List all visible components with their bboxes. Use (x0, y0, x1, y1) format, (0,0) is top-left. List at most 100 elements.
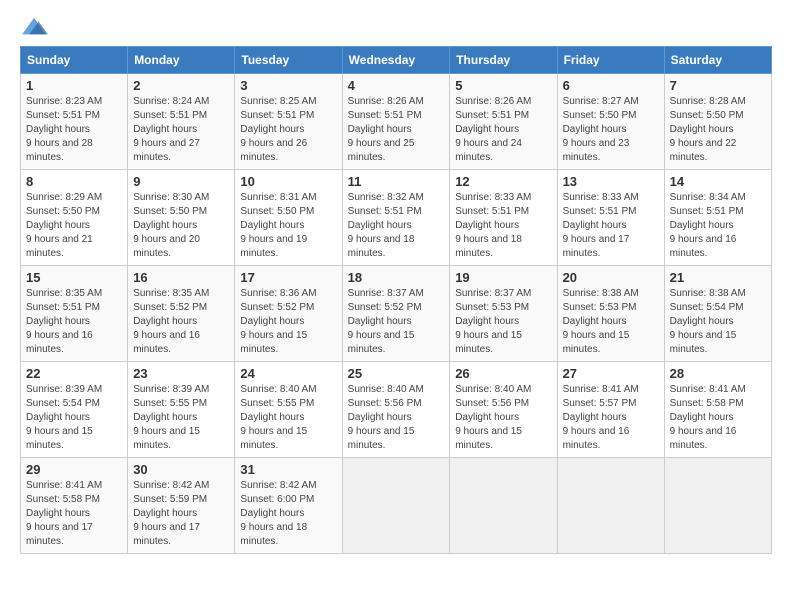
daylight-label: Daylight hours (670, 220, 734, 231)
sunrise-label: Sunrise: 8:29 AM (26, 192, 102, 203)
day-info: Sunrise: 8:34 AM Sunset: 5:51 PM Dayligh… (670, 191, 766, 261)
sunrise-label: Sunrise: 8:40 AM (240, 384, 316, 395)
sunset-label: Sunset: 6:00 PM (240, 494, 314, 505)
day-info: Sunrise: 8:31 AM Sunset: 5:50 PM Dayligh… (240, 191, 336, 261)
calendar-cell: 30 Sunrise: 8:42 AM Sunset: 5:59 PM Dayl… (128, 458, 235, 554)
calendar-cell: 16 Sunrise: 8:35 AM Sunset: 5:52 PM Dayl… (128, 266, 235, 362)
daylight-label: Daylight hours (133, 508, 197, 519)
calendar-cell: 14 Sunrise: 8:34 AM Sunset: 5:51 PM Dayl… (664, 170, 771, 266)
day-info: Sunrise: 8:40 AM Sunset: 5:56 PM Dayligh… (455, 383, 551, 453)
day-number: 17 (240, 270, 336, 285)
day-info: Sunrise: 8:29 AM Sunset: 5:50 PM Dayligh… (26, 191, 122, 261)
daylight-value: 9 hours and 19 minutes. (240, 234, 307, 259)
day-info: Sunrise: 8:40 AM Sunset: 5:55 PM Dayligh… (240, 383, 336, 453)
daylight-value: 9 hours and 15 minutes. (455, 426, 522, 451)
calendar-cell (557, 458, 664, 554)
logo-icon (20, 16, 48, 38)
sunset-label: Sunset: 5:51 PM (455, 110, 529, 121)
sunset-label: Sunset: 5:51 PM (133, 110, 207, 121)
sunrise-label: Sunrise: 8:42 AM (133, 480, 209, 491)
calendar-cell: 21 Sunrise: 8:38 AM Sunset: 5:54 PM Dayl… (664, 266, 771, 362)
sunrise-label: Sunrise: 8:31 AM (240, 192, 316, 203)
calendar-cell: 20 Sunrise: 8:38 AM Sunset: 5:53 PM Dayl… (557, 266, 664, 362)
day-info: Sunrise: 8:37 AM Sunset: 5:53 PM Dayligh… (455, 287, 551, 357)
sunset-label: Sunset: 5:56 PM (348, 398, 422, 409)
sunrise-label: Sunrise: 8:39 AM (26, 384, 102, 395)
calendar-cell: 6 Sunrise: 8:27 AM Sunset: 5:50 PM Dayli… (557, 74, 664, 170)
calendar-cell (664, 458, 771, 554)
sunrise-label: Sunrise: 8:42 AM (240, 480, 316, 491)
daylight-label: Daylight hours (455, 220, 519, 231)
day-number: 31 (240, 462, 336, 477)
calendar-header-sunday: Sunday (21, 47, 128, 74)
calendar-cell: 12 Sunrise: 8:33 AM Sunset: 5:51 PM Dayl… (450, 170, 557, 266)
calendar-header-tuesday: Tuesday (235, 47, 342, 74)
sunset-label: Sunset: 5:51 PM (26, 302, 100, 313)
daylight-value: 9 hours and 18 minutes. (240, 522, 307, 547)
calendar-cell (450, 458, 557, 554)
calendar-cell: 29 Sunrise: 8:41 AM Sunset: 5:58 PM Dayl… (21, 458, 128, 554)
sunset-label: Sunset: 5:50 PM (670, 110, 744, 121)
sunrise-label: Sunrise: 8:37 AM (348, 288, 424, 299)
day-number: 25 (348, 366, 445, 381)
calendar-cell: 7 Sunrise: 8:28 AM Sunset: 5:50 PM Dayli… (664, 74, 771, 170)
daylight-label: Daylight hours (455, 316, 519, 327)
day-number: 16 (133, 270, 229, 285)
daylight-label: Daylight hours (240, 220, 304, 231)
sunrise-label: Sunrise: 8:35 AM (26, 288, 102, 299)
calendar-cell: 4 Sunrise: 8:26 AM Sunset: 5:51 PM Dayli… (342, 74, 450, 170)
daylight-value: 9 hours and 26 minutes. (240, 138, 307, 163)
calendar-week-5: 29 Sunrise: 8:41 AM Sunset: 5:58 PM Dayl… (21, 458, 772, 554)
sunset-label: Sunset: 5:50 PM (133, 206, 207, 217)
sunrise-label: Sunrise: 8:41 AM (563, 384, 639, 395)
sunrise-label: Sunrise: 8:37 AM (455, 288, 531, 299)
calendar-cell: 18 Sunrise: 8:37 AM Sunset: 5:52 PM Dayl… (342, 266, 450, 362)
daylight-label: Daylight hours (133, 412, 197, 423)
daylight-label: Daylight hours (563, 220, 627, 231)
day-number: 14 (670, 174, 766, 189)
calendar-header-monday: Monday (128, 47, 235, 74)
daylight-value: 9 hours and 23 minutes. (563, 138, 630, 163)
calendar-cell: 1 Sunrise: 8:23 AM Sunset: 5:51 PM Dayli… (21, 74, 128, 170)
daylight-value: 9 hours and 15 minutes. (26, 426, 93, 451)
sunset-label: Sunset: 5:58 PM (670, 398, 744, 409)
sunrise-label: Sunrise: 8:38 AM (670, 288, 746, 299)
day-info: Sunrise: 8:38 AM Sunset: 5:53 PM Dayligh… (563, 287, 659, 357)
daylight-value: 9 hours and 16 minutes. (670, 426, 737, 451)
daylight-value: 9 hours and 21 minutes. (26, 234, 93, 259)
daylight-value: 9 hours and 16 minutes. (670, 234, 737, 259)
day-number: 27 (563, 366, 659, 381)
sunset-label: Sunset: 5:51 PM (348, 206, 422, 217)
day-info: Sunrise: 8:41 AM Sunset: 5:57 PM Dayligh… (563, 383, 659, 453)
sunset-label: Sunset: 5:50 PM (240, 206, 314, 217)
sunset-label: Sunset: 5:51 PM (455, 206, 529, 217)
sunrise-label: Sunrise: 8:34 AM (670, 192, 746, 203)
calendar-cell: 19 Sunrise: 8:37 AM Sunset: 5:53 PM Dayl… (450, 266, 557, 362)
day-info: Sunrise: 8:38 AM Sunset: 5:54 PM Dayligh… (670, 287, 766, 357)
daylight-value: 9 hours and 28 minutes. (26, 138, 93, 163)
sunset-label: Sunset: 5:52 PM (240, 302, 314, 313)
day-info: Sunrise: 8:24 AM Sunset: 5:51 PM Dayligh… (133, 95, 229, 165)
day-info: Sunrise: 8:36 AM Sunset: 5:52 PM Dayligh… (240, 287, 336, 357)
daylight-label: Daylight hours (133, 316, 197, 327)
daylight-label: Daylight hours (563, 316, 627, 327)
day-number: 18 (348, 270, 445, 285)
sunrise-label: Sunrise: 8:26 AM (348, 96, 424, 107)
day-info: Sunrise: 8:30 AM Sunset: 5:50 PM Dayligh… (133, 191, 229, 261)
daylight-label: Daylight hours (26, 508, 90, 519)
day-number: 5 (455, 78, 551, 93)
sunrise-label: Sunrise: 8:38 AM (563, 288, 639, 299)
calendar-header-wednesday: Wednesday (342, 47, 450, 74)
calendar-cell: 17 Sunrise: 8:36 AM Sunset: 5:52 PM Dayl… (235, 266, 342, 362)
daylight-value: 9 hours and 16 minutes. (26, 330, 93, 355)
sunset-label: Sunset: 5:51 PM (26, 110, 100, 121)
daylight-label: Daylight hours (240, 412, 304, 423)
daylight-label: Daylight hours (563, 412, 627, 423)
daylight-value: 9 hours and 15 minutes. (348, 330, 415, 355)
sunrise-label: Sunrise: 8:35 AM (133, 288, 209, 299)
daylight-value: 9 hours and 15 minutes. (348, 426, 415, 451)
calendar-cell: 9 Sunrise: 8:30 AM Sunset: 5:50 PM Dayli… (128, 170, 235, 266)
sunrise-label: Sunrise: 8:24 AM (133, 96, 209, 107)
sunset-label: Sunset: 5:55 PM (240, 398, 314, 409)
day-info: Sunrise: 8:33 AM Sunset: 5:51 PM Dayligh… (455, 191, 551, 261)
